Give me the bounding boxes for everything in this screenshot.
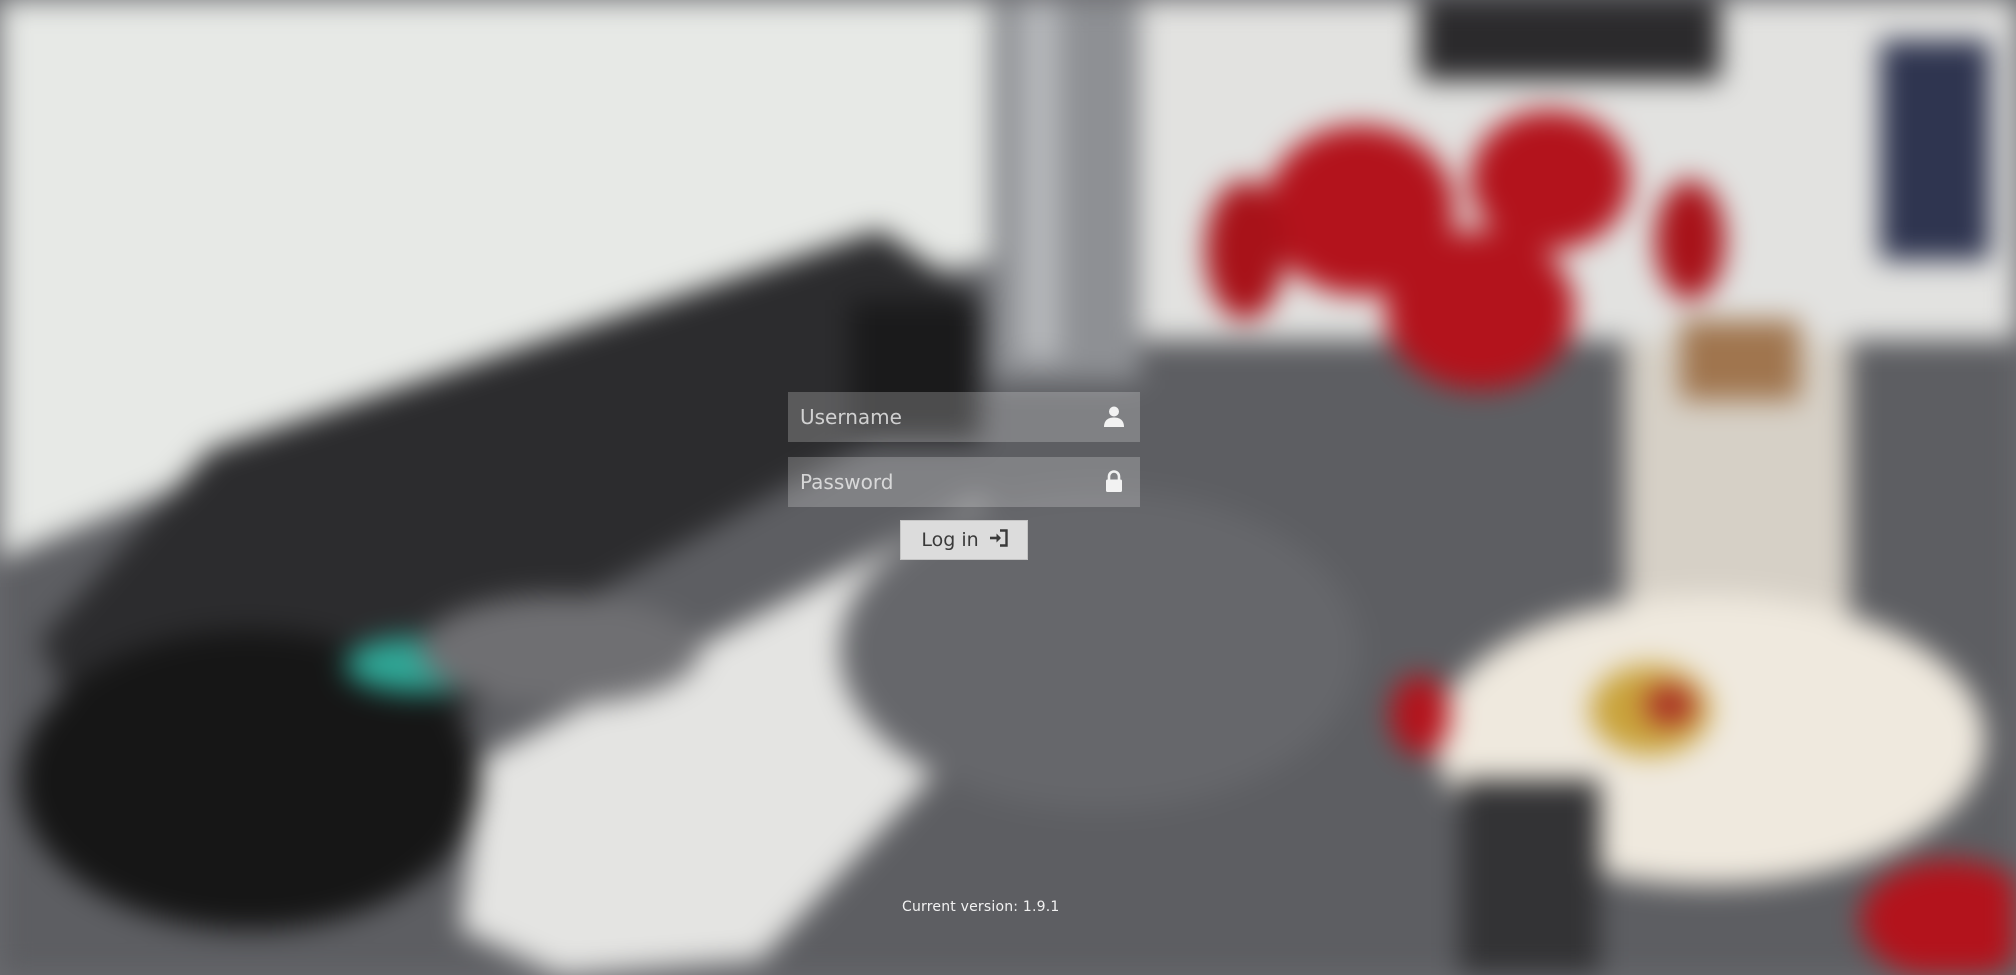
- password-input[interactable]: [788, 457, 1140, 507]
- user-icon: [1102, 404, 1126, 428]
- username-field-wrapper: [788, 392, 1140, 442]
- login-form: Log in: [788, 392, 1140, 560]
- login-button-label: Log in: [921, 529, 979, 551]
- lock-icon: [1102, 469, 1126, 493]
- username-input[interactable]: [788, 392, 1140, 442]
- password-field-wrapper: [788, 457, 1140, 507]
- sign-in-icon: [989, 528, 1009, 553]
- login-button-row: Log in: [788, 520, 1140, 560]
- version-text: Current version: 1.9.1: [902, 899, 1060, 915]
- login-button[interactable]: Log in: [900, 520, 1028, 560]
